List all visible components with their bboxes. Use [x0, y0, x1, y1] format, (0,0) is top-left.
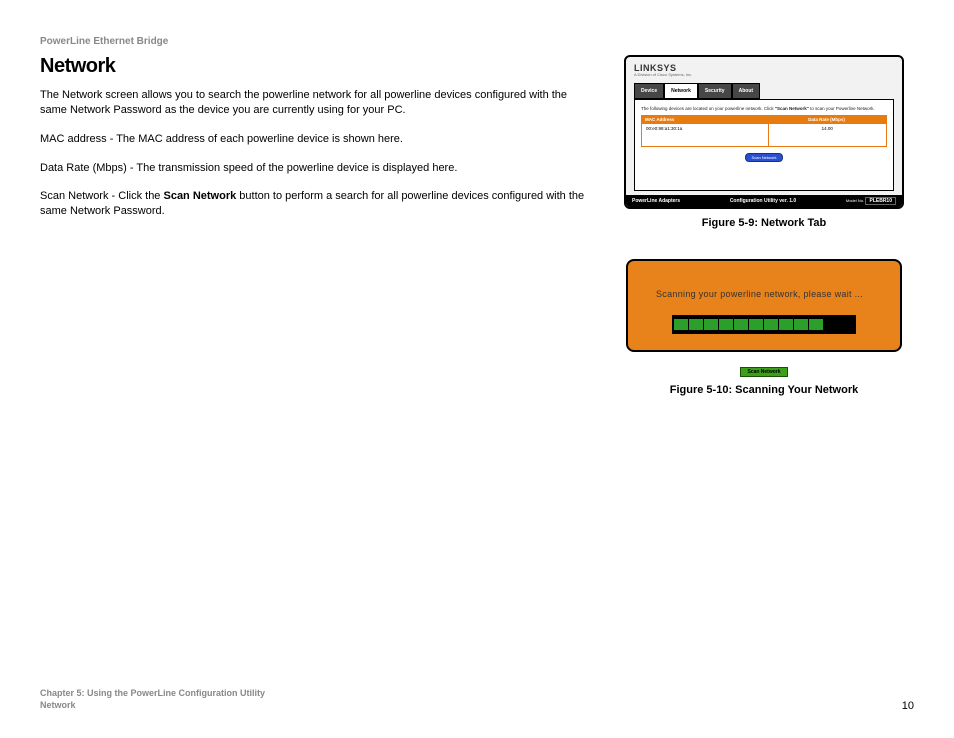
progress-segment [779, 319, 793, 330]
scan-network-button[interactable]: Scan Network [745, 153, 784, 162]
model-number: PLEBR10 [865, 197, 896, 205]
tab-about[interactable]: About [732, 83, 760, 99]
cell-mac: 00:e0:98:a1:30:1a [642, 124, 769, 146]
paragraph-intro: The Network screen allows you to search … [40, 88, 590, 118]
section-title: Network [40, 55, 590, 78]
table-header: MAC Address Data Rate (Mbps) [641, 115, 887, 124]
progress-segment [704, 319, 718, 330]
tab-security[interactable]: Security [698, 83, 732, 99]
main-text-column: Network The Network screen allows you to… [40, 55, 614, 233]
subsection-line: Network [40, 699, 265, 712]
paragraph-mac: MAC address - The MAC address of each po… [40, 132, 590, 147]
scan-text-a: Scan Network - Click the [40, 190, 163, 202]
scan-network-button-2[interactable]: Scan Network [740, 367, 787, 377]
scanning-text: Scanning your powerline network, please … [656, 287, 872, 301]
progress-segment [749, 319, 763, 330]
progress-segment [689, 319, 703, 330]
progress-segment [764, 319, 778, 330]
figure-5-10: Scanning your powerline network, please … [626, 259, 902, 352]
progress-segment [674, 319, 688, 330]
progress-segment [794, 319, 808, 330]
footer-left: PowerLine Adapters [632, 198, 680, 204]
page-number: 10 [902, 700, 914, 712]
cell-rate: 14.00 [769, 124, 887, 146]
app-footer-bar: PowerLine Adapters Configuration Utility… [626, 195, 902, 207]
paragraph-scan: Scan Network - Click the Scan Network bu… [40, 189, 590, 219]
table-row: 00:e0:98:a1:30:1a 14.00 [641, 124, 887, 147]
scan-text-bold: Scan Network [163, 190, 236, 202]
col-header-rate: Data Rate (Mbps) [766, 117, 887, 122]
figure-5-10-caption: Figure 5-10: Scanning Your Network [614, 384, 914, 396]
figure-5-9-caption: Figure 5-9: Network Tab [614, 217, 914, 229]
product-header: PowerLine Ethernet Bridge [40, 36, 914, 47]
footer-right: Model No. PLEBR10 [846, 198, 896, 204]
tab-bar: Device Network Security About [634, 83, 894, 99]
brand-subtitle: A Division of Cisco Systems, Inc. [634, 72, 894, 77]
tab-device[interactable]: Device [634, 83, 664, 99]
chapter-footer: Chapter 5: Using the PowerLine Configura… [40, 687, 265, 712]
progress-segment [734, 319, 748, 330]
progress-segment [809, 319, 823, 330]
paragraph-rate: Data Rate (Mbps) - The transmission spee… [40, 161, 590, 176]
progress-bar [672, 315, 856, 334]
tab-network[interactable]: Network [664, 83, 698, 99]
chapter-line: Chapter 5: Using the PowerLine Configura… [40, 687, 265, 700]
col-header-mac: MAC Address [641, 117, 766, 122]
tab-content: The following devices are located on you… [634, 99, 894, 191]
progress-segment [719, 319, 733, 330]
instruction-text: The following devices are located on you… [641, 106, 887, 111]
footer-mid: Configuration Utility ver. 1.0 [730, 198, 796, 204]
figure-5-9: LINKSYS A Division of Cisco Systems, Inc… [624, 55, 904, 209]
